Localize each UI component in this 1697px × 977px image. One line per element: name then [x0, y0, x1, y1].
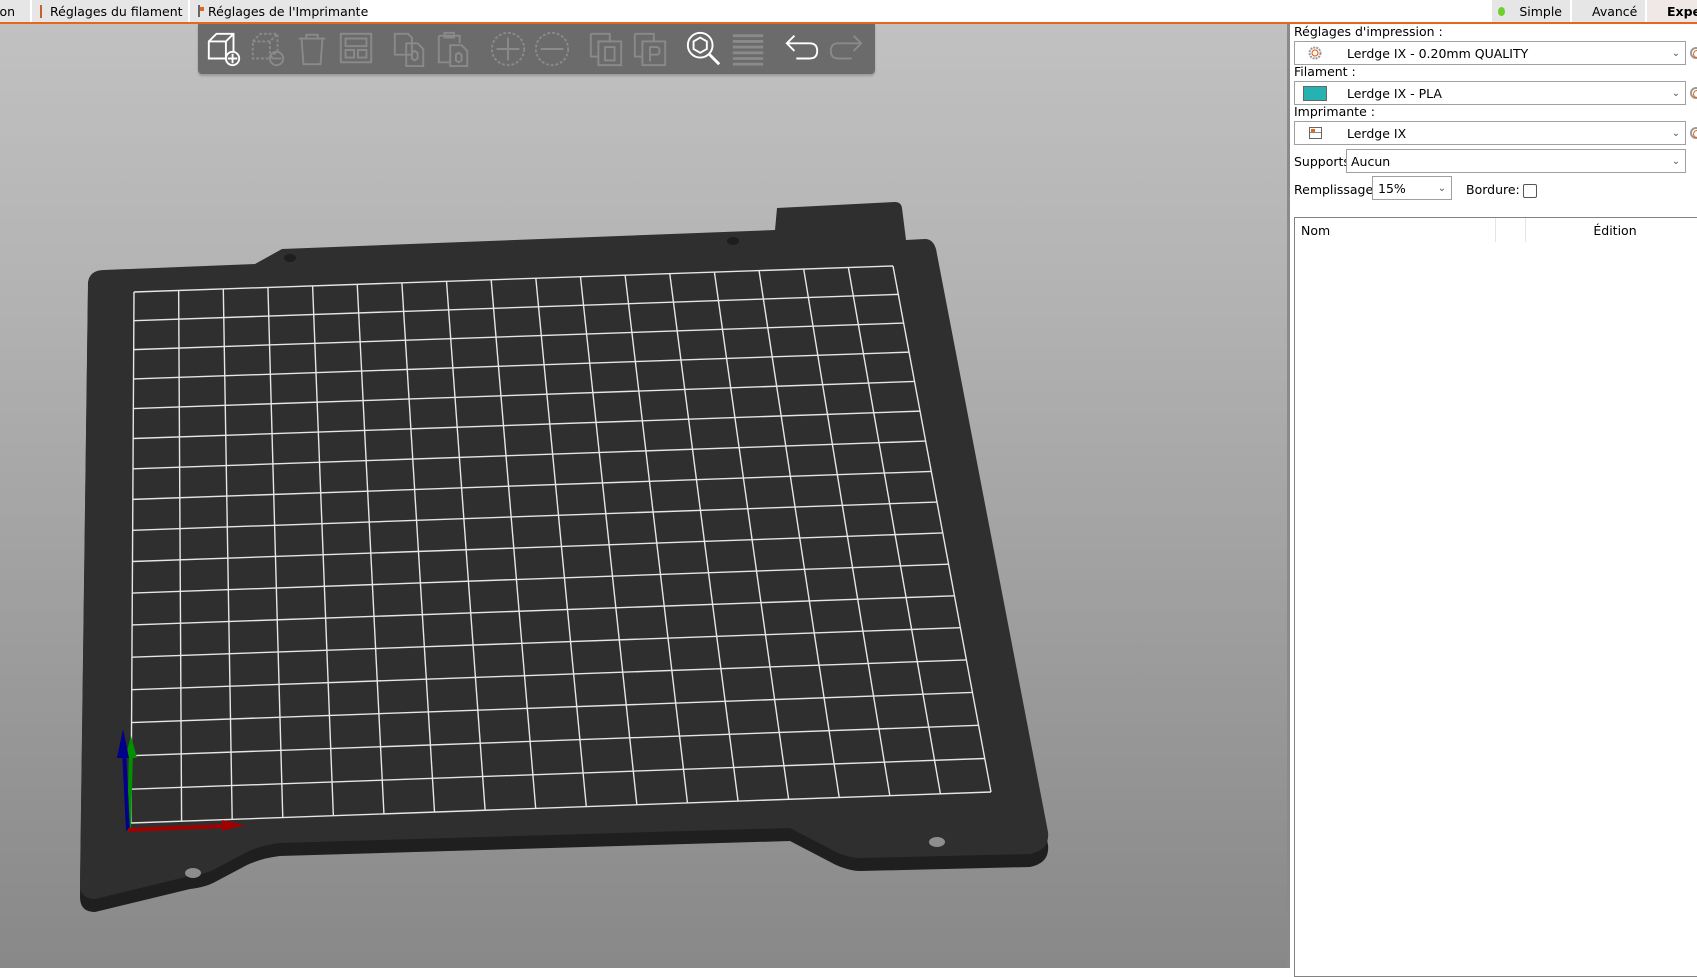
chevron-down-icon: ⌄	[1671, 47, 1681, 59]
print-settings-select[interactable]: Lerdge IX - 0.20mm QUALITY ⌄	[1294, 41, 1686, 65]
print-settings-edit-icon[interactable]	[1690, 47, 1697, 59]
split-parts-button[interactable]	[630, 29, 670, 69]
chevron-down-icon: ⌄	[1671, 87, 1681, 99]
printer-select[interactable]: Lerdge IX ⌄	[1294, 121, 1686, 145]
split-parts-icon	[633, 32, 667, 67]
add-object-button[interactable]	[204, 29, 244, 69]
filament-color-swatch	[1303, 85, 1327, 101]
main-toolbar	[198, 24, 875, 74]
filament-label: Filament :	[1294, 64, 1356, 79]
chevron-down-icon: ⌄	[1671, 127, 1681, 139]
mode-simple-button[interactable]: Simple	[1492, 0, 1570, 22]
settings-panel: Réglages d'impression : Lerdge IX - 0.20…	[1287, 24, 1697, 977]
arrange-icon	[339, 32, 373, 64]
layers-icon	[732, 34, 764, 66]
add-cube-icon	[207, 32, 241, 67]
bed-hole	[929, 837, 945, 847]
copy-icon	[393, 32, 425, 68]
mode-label: Simple	[1519, 3, 1562, 19]
filament-value: Lerdge IX - PLA	[1347, 85, 1442, 101]
bed-screw	[727, 237, 739, 245]
undo-button[interactable]	[782, 29, 822, 69]
print-settings-value: Lerdge IX - 0.20mm QUALITY	[1347, 45, 1529, 61]
printer-icon	[198, 5, 204, 17]
bed-screw	[284, 254, 296, 262]
filament-edit-icon[interactable]	[1690, 87, 1697, 99]
gear-icon	[1303, 46, 1327, 60]
object-list[interactable]: Nom Édition	[1294, 217, 1697, 977]
print-settings-label: Réglages d'impression :	[1294, 24, 1443, 39]
copy-button[interactable]	[390, 29, 430, 69]
search-icon	[686, 31, 721, 66]
remove-instance-button[interactable]	[532, 29, 572, 69]
column-divider	[1495, 218, 1496, 242]
scene-canvas[interactable]	[0, 24, 1287, 968]
trash-icon	[298, 33, 326, 66]
printer-value: Lerdge IX	[1347, 125, 1407, 141]
supports-select[interactable]: Aucun ⌄	[1346, 149, 1686, 173]
chevron-down-icon: ⌄	[1671, 155, 1681, 167]
tab-printer-settings[interactable]: Réglages de l'Imprimante	[190, 0, 368, 22]
tab-label: Réglages du filament	[50, 3, 183, 19]
supports-value: Aucun	[1351, 153, 1391, 169]
mode-label: Avancé	[1592, 3, 1638, 19]
tab-filament-settings[interactable]: Réglages du filament	[32, 0, 188, 22]
delete-object-button[interactable]	[248, 29, 288, 69]
brim-label: Bordure:	[1466, 182, 1520, 197]
infill-label: Remplissage:	[1294, 182, 1378, 197]
printer-label: Imprimante :	[1294, 104, 1375, 119]
infill-select[interactable]: 15% ⌄	[1372, 176, 1452, 200]
minus-circle-icon	[534, 31, 570, 67]
filament-icon	[40, 4, 42, 18]
layers-editing-button[interactable]	[728, 29, 768, 69]
printer-icon	[1303, 127, 1327, 139]
split-objects-button[interactable]	[586, 29, 626, 69]
split-objects-icon	[589, 32, 623, 67]
tab-partial[interactable]: ion	[0, 0, 30, 22]
3d-viewport[interactable]	[0, 24, 1287, 968]
filament-select[interactable]: Lerdge IX - PLA ⌄	[1294, 81, 1686, 105]
brim-field: Bordure:	[1466, 182, 1537, 198]
tab-bar: ion Réglages du filament Réglages de l'I…	[0, 0, 1697, 24]
search-button[interactable]	[684, 29, 724, 69]
mode-dot-icon	[1498, 6, 1506, 16]
delete-all-button[interactable]	[292, 29, 332, 69]
redo-button[interactable]	[826, 29, 866, 69]
column-header-name[interactable]: Nom	[1301, 218, 1330, 242]
chevron-down-icon: ⌄	[1437, 182, 1447, 194]
tab-label: Réglages de l'Imprimante	[208, 3, 369, 19]
mode-label: Expert	[1667, 3, 1697, 19]
plus-circle-icon	[490, 31, 526, 67]
delete-cube-icon	[251, 32, 285, 67]
mode-expert-button[interactable]: Expert	[1647, 0, 1697, 22]
brim-checkbox[interactable]	[1522, 183, 1537, 198]
redo-icon	[829, 35, 863, 60]
undo-icon	[785, 35, 819, 60]
column-header-edit[interactable]: Édition	[1525, 218, 1697, 242]
paste-button[interactable]	[434, 29, 474, 69]
paste-icon	[437, 31, 469, 68]
mode-advanced-button[interactable]: Avancé	[1572, 0, 1645, 22]
tab-label: ion	[0, 3, 16, 19]
add-instance-button[interactable]	[488, 29, 528, 69]
bed-hole	[185, 868, 201, 878]
arrange-button[interactable]	[336, 29, 376, 69]
infill-value: 15%	[1378, 180, 1406, 196]
printer-edit-icon[interactable]	[1690, 127, 1697, 139]
